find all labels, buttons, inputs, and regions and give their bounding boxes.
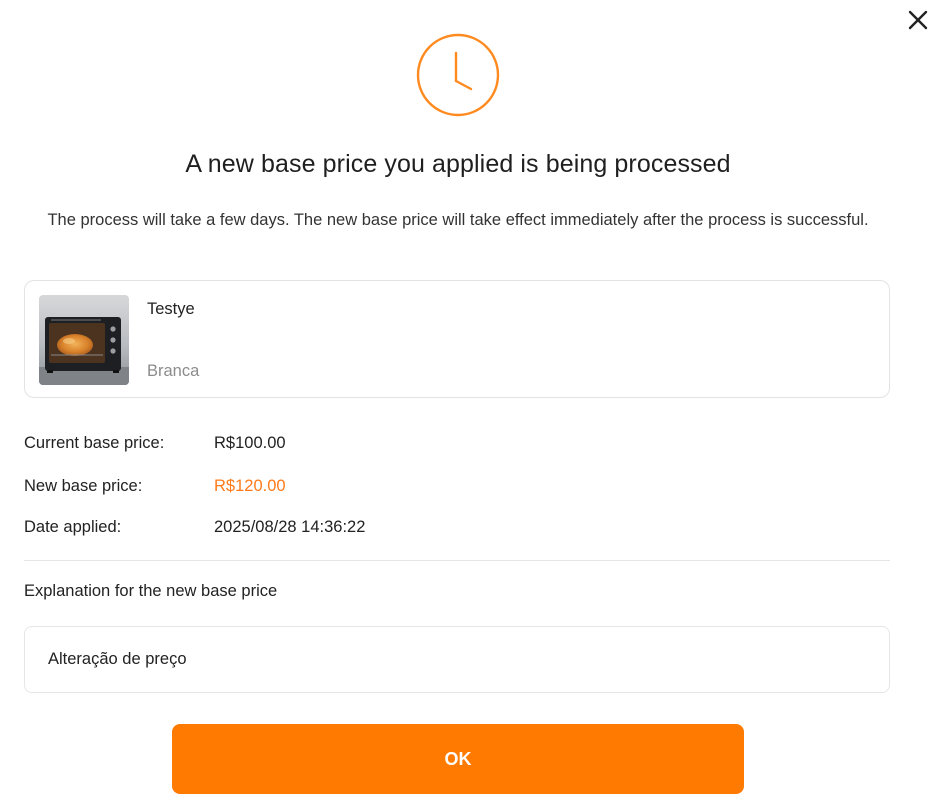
new-price-value: R$120.00 (214, 476, 286, 495)
new-price-label: New base price: (24, 476, 143, 495)
current-price-label: Current base price: (24, 433, 165, 452)
clock-icon (416, 33, 500, 117)
product-thumbnail (39, 295, 129, 385)
explanation-label: Explanation for the new base price (24, 582, 278, 600)
ok-button[interactable]: OK (172, 724, 744, 794)
date-applied-label: Date applied: (24, 517, 122, 536)
explanation-box: Alteração de preço (24, 626, 890, 693)
date-applied-value: 2025/08/28 14:36:22 (214, 517, 366, 536)
product-name: Testye (147, 300, 195, 318)
date-applied-row: Date applied: 2025/08/28 14:36:22 (24, 515, 365, 539)
new-price-row: New base price: R$120.00 (24, 474, 286, 498)
current-price-row: Current base price: R$100.00 (24, 431, 286, 455)
current-price-value: R$100.00 (214, 433, 286, 452)
price-processing-dialog: A new base price you applied is being pr… (0, 0, 940, 811)
product-card: Testye Branca (24, 280, 890, 398)
close-icon[interactable] (907, 9, 929, 31)
section-divider (24, 560, 890, 561)
explanation-text: Alteração de preço (48, 650, 187, 668)
product-variant: Branca (147, 362, 200, 380)
oven-product-image (39, 295, 129, 385)
close-button[interactable] (904, 6, 932, 34)
dialog-title: A new base price you applied is being pr… (185, 150, 731, 178)
dialog-subtitle: The process will take a few days. The ne… (47, 211, 869, 229)
